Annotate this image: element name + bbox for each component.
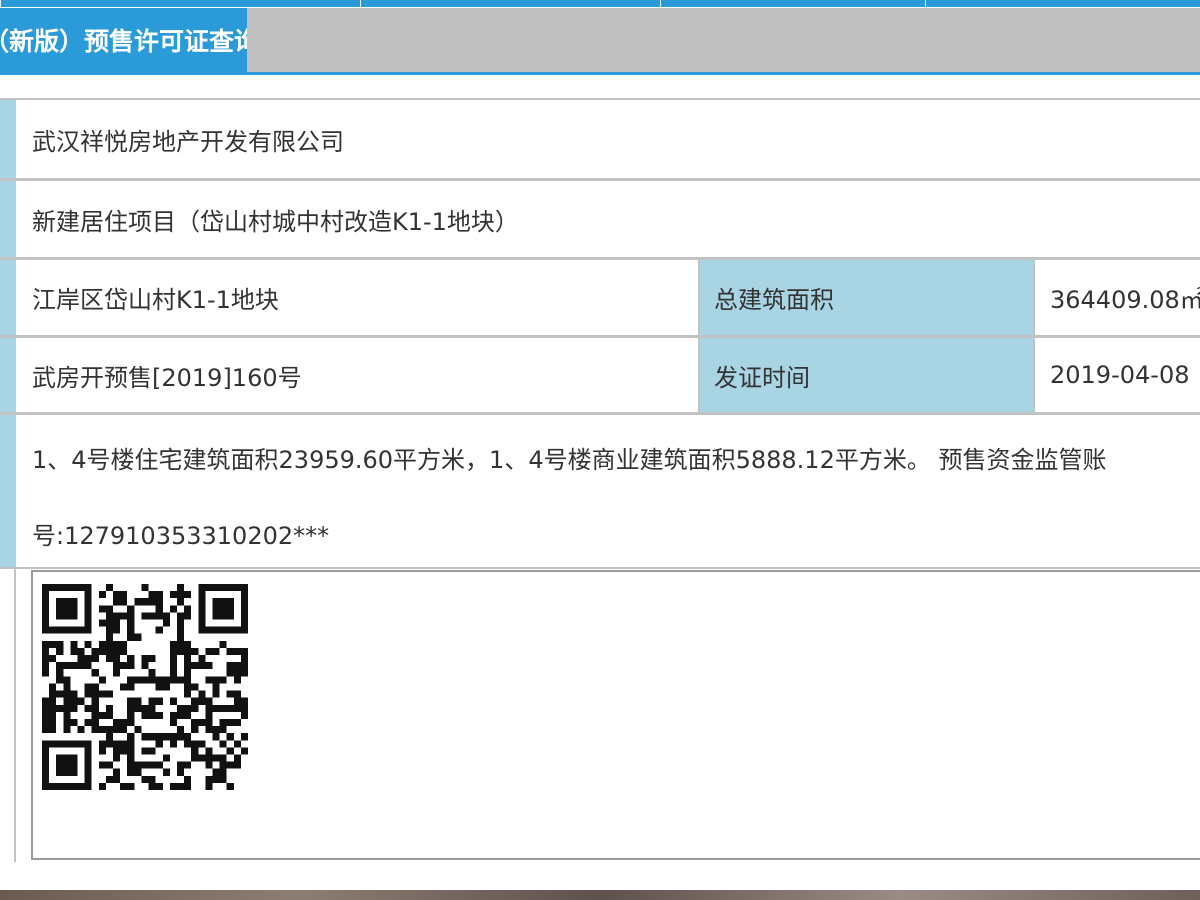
column-divider [1033,258,1035,414]
row-label-developer [0,100,16,178]
row-label-permit-number [0,338,16,412]
notes-line-1: 1、4号楼住宅建筑面积23959.60平方米，1、4号楼商业建筑面积5888.1… [32,446,1107,474]
total-area-label: 总建筑面积 [700,260,1033,335]
row-label-notes [0,415,16,567]
permit-number-value: 武房开预售[2019]160号 [32,363,302,392]
qr-code-icon [42,584,248,790]
top-nav-bar [0,0,1200,8]
tab-label: （新版）预售许可证查询 [0,27,247,56]
tab-bar: （新版）预售许可证查询 [0,8,1200,75]
row-divider [0,567,1200,569]
location-value: 江岸区岱山村K1-1地块 [32,286,279,314]
issue-date-value: 2019-04-08 [1050,361,1190,389]
row-label-project [0,181,16,257]
total-area-value: 364409.08㎡ [1050,286,1200,314]
developer-value: 武汉祥悦房地产开发有限公司 [32,127,344,156]
page-bottom-edge [0,890,1200,900]
notes-line-2: 号:127910353310202*** [32,522,330,550]
project-name-value: 新建居住项目（岱山村城中村改造K1-1地块） [32,207,519,236]
issue-date-label: 发证时间 [700,338,1033,412]
row-label-location [0,260,16,335]
row-divider [0,412,1200,415]
tab-presale-permit-query[interactable]: （新版）预售许可证查询 [0,8,247,72]
